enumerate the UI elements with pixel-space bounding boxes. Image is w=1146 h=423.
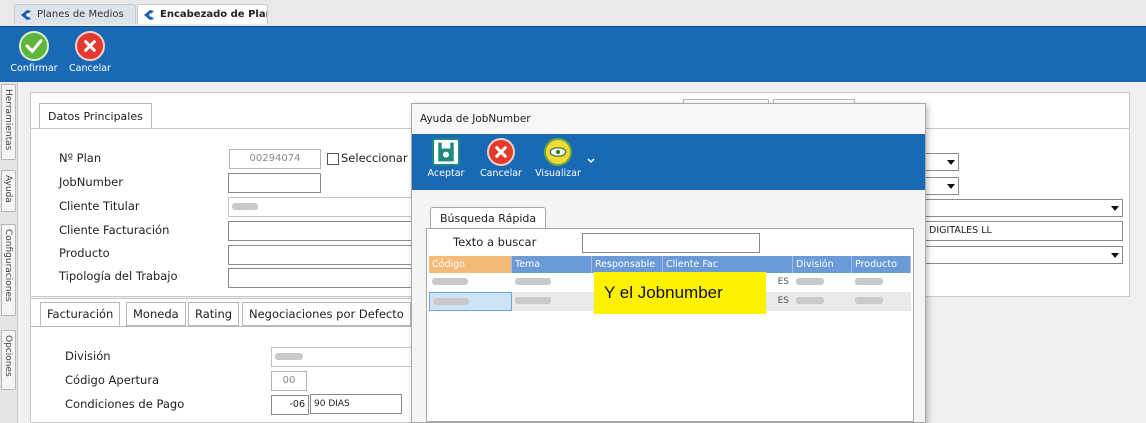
side-tab-opciones[interactable]: Opciones xyxy=(1,330,16,390)
eye-icon xyxy=(544,138,572,166)
search-input[interactable] xyxy=(582,233,760,253)
tab-facturacion[interactable]: Facturación xyxy=(40,302,121,326)
column-cliente-fac[interactable]: Cliente Fac xyxy=(663,256,793,273)
view-label: Visualizar xyxy=(535,168,581,179)
select-checkbox[interactable] xyxy=(327,153,339,165)
cell xyxy=(793,292,852,311)
column-tema[interactable]: Tema xyxy=(512,256,592,273)
jobnumber-label: JobNumber xyxy=(59,175,123,189)
dropdown-4[interactable] xyxy=(925,246,1123,264)
dialog-toolbar: Aceptar Cancelar Visualizar xyxy=(412,134,925,190)
dropdown-1[interactable] xyxy=(925,153,959,171)
chevron-down-icon xyxy=(1111,253,1119,258)
select-checkbox-label: Seleccionar xyxy=(341,151,408,165)
view-button[interactable]: Visualizar xyxy=(532,138,584,179)
side-tab-configuraciones[interactable]: Configuraciones xyxy=(1,224,16,316)
tab-datos-principales[interactable]: Datos Principales xyxy=(39,103,152,129)
plan-number-label: Nº Plan xyxy=(59,151,102,165)
plan-icon xyxy=(21,10,31,20)
chevron-down-icon xyxy=(947,184,955,189)
right-text-field[interactable]: DIGITALES LL xyxy=(925,221,1123,241)
save-icon xyxy=(432,138,460,166)
side-panel-tabs: Herramientas Ayuda Configuraciones Opcio… xyxy=(0,82,18,423)
side-tab-ayuda[interactable]: Ayuda xyxy=(1,170,16,212)
cell xyxy=(852,273,911,292)
tipologia-field[interactable] xyxy=(228,268,414,288)
plan-number-field: 00294074 xyxy=(229,149,321,169)
division-label: División xyxy=(65,349,111,363)
chevron-down-icon[interactable] xyxy=(587,158,595,164)
chevron-down-icon xyxy=(947,160,955,165)
cancel-button[interactable]: Cancelar xyxy=(66,31,114,74)
cell xyxy=(512,292,592,311)
dropdown-2[interactable] xyxy=(925,177,959,195)
condiciones-desc-field: 90 DIAS xyxy=(310,394,402,414)
annotation-callout: Y el Jobnumber xyxy=(594,272,766,314)
dropdown-3[interactable] xyxy=(925,199,1123,217)
column-producto[interactable]: Producto xyxy=(852,256,911,273)
tab-label: Encabezado de Plan xyxy=(160,9,268,20)
cliente-facturacion-field[interactable] xyxy=(228,221,414,241)
condiciones-pago-label: Condiciones de Pago xyxy=(65,397,185,411)
cliente-titular-field xyxy=(228,197,414,217)
checkmark-icon xyxy=(19,31,49,61)
tab-encabezado-de-plan[interactable]: Encabezado de Plan xyxy=(137,4,268,24)
codigo-apertura-field: 00 xyxy=(271,371,307,391)
cell xyxy=(429,273,512,292)
jobnumber-help-dialog: Ayuda de JobNumber Aceptar Cancelar Visu… xyxy=(411,103,926,423)
cliente-titular-label: Cliente Titular xyxy=(59,199,140,213)
quick-search-panel: Texto a buscar Código Tema Responsable C… xyxy=(426,228,914,422)
division-field xyxy=(271,347,413,367)
dialog-title: Ayuda de JobNumber xyxy=(412,104,925,134)
jobnumber-input[interactable] xyxy=(228,173,321,193)
tab-busqueda-rapida[interactable]: Búsqueda Rápida xyxy=(430,207,547,229)
column-responsable[interactable]: Responsable xyxy=(592,256,663,273)
cliente-facturacion-label: Cliente Facturación xyxy=(59,223,170,237)
cell xyxy=(512,273,592,292)
condiciones-code-field[interactable]: -06 xyxy=(271,395,309,415)
side-tab-herramientas[interactable]: Herramientas xyxy=(1,84,16,160)
grid-header: Código Tema Responsable Cliente Fac Divi… xyxy=(429,256,911,273)
dialog-cancel-button[interactable]: Cancelar xyxy=(478,138,524,179)
producto-label: Producto xyxy=(59,246,110,260)
column-division[interactable]: División xyxy=(793,256,852,273)
plan-icon xyxy=(144,10,154,20)
chevron-down-icon xyxy=(1111,206,1119,211)
dialog-cancel-label: Cancelar xyxy=(480,168,522,179)
close-icon xyxy=(75,31,105,61)
cancel-label: Cancelar xyxy=(69,63,111,74)
divider xyxy=(31,326,413,327)
cell xyxy=(852,292,911,311)
tab-moneda[interactable]: Moneda xyxy=(126,302,186,326)
search-label: Texto a buscar xyxy=(453,235,537,249)
tab-rating[interactable]: Rating xyxy=(188,302,240,326)
producto-field[interactable] xyxy=(228,245,414,265)
tab-negociaciones[interactable]: Negociaciones por Defecto xyxy=(242,302,411,326)
accept-button[interactable]: Aceptar xyxy=(426,138,466,179)
cell xyxy=(793,273,852,292)
close-icon xyxy=(487,138,515,166)
confirm-button[interactable]: Confirmar xyxy=(7,31,61,74)
cell xyxy=(429,292,512,311)
column-codigo[interactable]: Código xyxy=(429,256,512,273)
codigo-apertura-label: Código Apertura xyxy=(65,373,160,387)
document-tabs: Planes de Medios Encabezado de Plan xyxy=(0,0,1146,26)
tab-planes-de-medios[interactable]: Planes de Medios xyxy=(14,4,136,24)
tab-label: Planes de Medios xyxy=(37,9,124,20)
tipologia-label: Tipología del Trabajo xyxy=(59,269,178,283)
confirm-label: Confirmar xyxy=(10,63,58,74)
main-toolbar: Confirmar Cancelar xyxy=(0,26,1146,82)
accept-label: Aceptar xyxy=(427,168,465,179)
